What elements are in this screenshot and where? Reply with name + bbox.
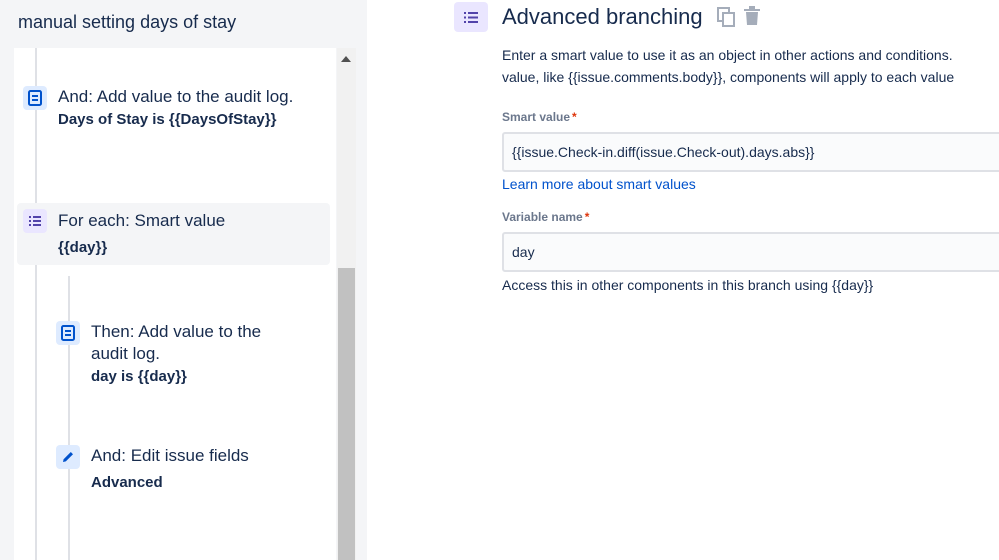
learn-more-link[interactable]: Learn more about smart values [502, 176, 696, 192]
variable-help-text: Access this in other components in this … [502, 277, 874, 293]
audit-log-icon [56, 321, 80, 345]
required-marker: * [584, 210, 590, 224]
component-detail: {{day}} [58, 239, 108, 256]
variable-name-label-text: Variable name [502, 210, 583, 224]
component-for-each-branch[interactable]: For each: Smart value {{day}} [58, 210, 318, 258]
smart-value-label-text: Smart value [502, 110, 571, 124]
flow-connector-main [35, 48, 37, 560]
branch-list-icon [454, 2, 488, 32]
description-line-1: Enter a smart value to use it as an obje… [502, 47, 953, 63]
component-title: For each: Smart value [58, 211, 226, 230]
required-marker: * [572, 110, 577, 124]
audit-log-icon [23, 86, 47, 110]
component-title: And: Add value to the audit log. [58, 87, 294, 106]
flow-connector-branch [68, 276, 70, 560]
branch-list-icon [23, 209, 47, 233]
smart-value-input[interactable] [502, 132, 999, 172]
component-edit-issue-fields[interactable]: And: Edit issue fields Advanced [91, 445, 331, 493]
component-title: And: Edit issue fields [91, 446, 249, 465]
component-then-add-audit-log[interactable]: Then: Add value to the audit log. day is… [91, 321, 291, 387]
variable-name-input[interactable] [502, 232, 999, 272]
component-add-audit-log[interactable]: And: Add value to the audit log. Days of… [58, 86, 298, 130]
rule-title: manual setting days of stay [18, 12, 237, 32]
scroll-up-arrow-icon[interactable] [341, 56, 351, 62]
edit-pencil-icon [56, 445, 80, 469]
description-line-2: value, like {{issue.comments.body}}, com… [502, 69, 955, 85]
component-detail: day is {{day}} [91, 368, 187, 385]
component-header-title: Advanced branching [502, 4, 703, 29]
copy-icon[interactable] [717, 7, 735, 32]
component-detail: Advanced [91, 474, 163, 491]
component-detail: Days of Stay is {{DaysOfStay}} [58, 111, 277, 128]
trash-icon[interactable] [743, 6, 761, 31]
variable-name-label: Variable name * [502, 210, 589, 224]
scrollbar-thumb[interactable] [338, 268, 355, 560]
smart-value-label: Smart value * [502, 110, 577, 124]
rule-panel: manual setting days of stay And: Add val… [0, 0, 367, 560]
scrollbar[interactable] [337, 48, 356, 560]
component-title: Then: Add value to the audit log. [91, 322, 262, 363]
component-description: Enter a smart value to use it as an obje… [502, 44, 954, 88]
